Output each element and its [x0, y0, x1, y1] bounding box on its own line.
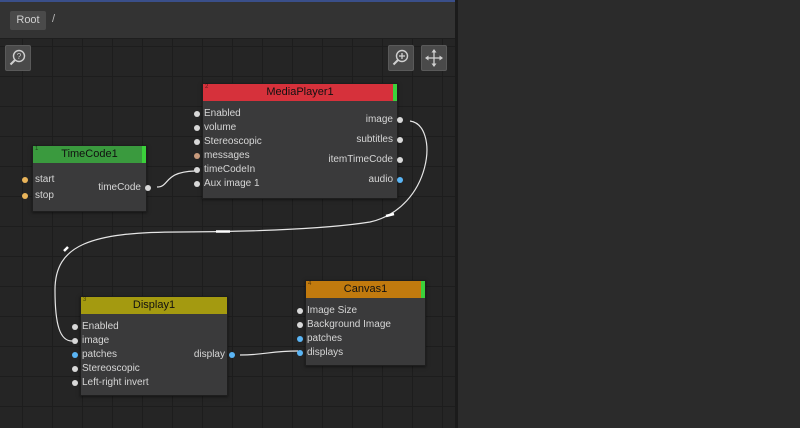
- status-flag: [421, 281, 425, 298]
- svg-text:?: ?: [17, 52, 22, 61]
- port-stop[interactable]: stop: [22, 189, 54, 203]
- port-aux-image[interactable]: Aux image 1: [194, 177, 260, 191]
- help-zoom-icon: ?: [9, 49, 26, 66]
- port-enabled[interactable]: Enabled: [72, 320, 119, 334]
- port-background-image[interactable]: Background Image: [297, 318, 391, 332]
- zoom-in-button[interactable]: [388, 45, 414, 71]
- port-itemtimecode-out[interactable]: itemTimeCode: [328, 153, 403, 167]
- breadcrumb-separator: /: [52, 13, 56, 25]
- node-title: TimeCode1: [61, 148, 118, 160]
- port-image[interactable]: image: [72, 334, 109, 348]
- node-display[interactable]: 3 Display1 Enabled image patches Stereos…: [72, 296, 235, 396]
- port-timecode-out[interactable]: timeCode: [98, 181, 151, 195]
- node-title: MediaPlayer1: [266, 86, 334, 98]
- node-timecode[interactable]: 1 TimeCode1 start stop timeCode: [22, 145, 151, 212]
- port-displays[interactable]: displays: [297, 346, 343, 360]
- port-subtitles-out[interactable]: subtitles: [356, 133, 403, 147]
- node-number: 1: [35, 146, 39, 152]
- port-stereoscopic[interactable]: Stereoscopic: [194, 135, 262, 149]
- port-enabled[interactable]: Enabled: [194, 107, 241, 121]
- port-display-out[interactable]: display: [194, 348, 235, 362]
- node-header[interactable]: 2 MediaPlayer1: [203, 84, 397, 101]
- status-flag: [142, 146, 146, 163]
- port-left-right-invert[interactable]: Left-right invert: [72, 376, 149, 390]
- node-title: Display1: [132, 299, 176, 311]
- port-start[interactable]: start: [22, 173, 54, 187]
- zoom-in-icon: [392, 49, 409, 66]
- node-title: Canvas1: [343, 283, 388, 295]
- port-patches[interactable]: patches: [72, 348, 117, 362]
- port-messages[interactable]: messages: [194, 149, 250, 163]
- port-volume[interactable]: volume: [194, 121, 236, 135]
- port-image-out[interactable]: image: [366, 113, 403, 127]
- wire-timecode-to-mediaplayer[interactable]: [156, 170, 196, 188]
- port-stereoscopic[interactable]: Stereoscopic: [72, 362, 140, 376]
- node-header[interactable]: 1 TimeCode1: [33, 146, 146, 163]
- node-number: 4: [308, 281, 312, 287]
- node-number: 3: [83, 297, 87, 303]
- help-button[interactable]: ?: [5, 45, 31, 71]
- wire-display-to-canvas[interactable]: [239, 350, 299, 356]
- move-arrows-icon: [425, 49, 443, 67]
- node-graph-canvas[interactable]: Root / ? 1 TimeCode1 start stop timeCode…: [0, 0, 455, 428]
- port-patches[interactable]: patches: [297, 332, 342, 346]
- node-number: 2: [205, 84, 209, 90]
- node-header[interactable]: 3 Display1: [81, 297, 227, 314]
- root-button[interactable]: Root: [10, 11, 46, 30]
- move-button[interactable]: [421, 45, 447, 71]
- inspector-panel: [458, 0, 800, 428]
- node-header[interactable]: 4 Canvas1: [306, 281, 425, 298]
- port-timecodein[interactable]: timeCodeIn: [194, 163, 255, 177]
- node-mediaplayer[interactable]: 2 MediaPlayer1 Enabled volume Stereoscop…: [194, 83, 403, 199]
- status-flag: [393, 84, 397, 101]
- port-image-size[interactable]: Image Size: [297, 304, 357, 318]
- breadcrumb: Root /: [0, 2, 455, 39]
- node-canvas[interactable]: 4 Canvas1 Image Size Background Image pa…: [297, 280, 426, 366]
- port-audio-out[interactable]: audio: [369, 173, 403, 187]
